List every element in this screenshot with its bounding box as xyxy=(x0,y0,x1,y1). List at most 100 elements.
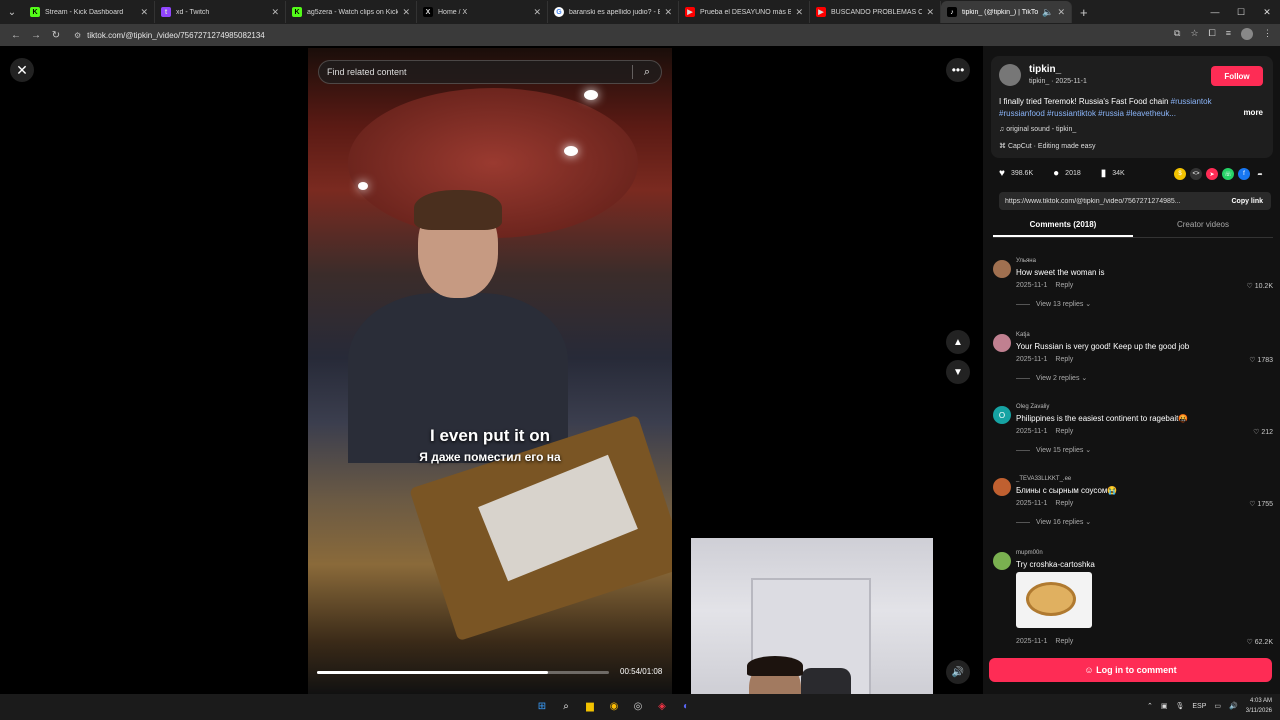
commenter-avatar[interactable] xyxy=(993,478,1011,496)
description-more-link[interactable]: more xyxy=(1243,108,1263,117)
more-options-icon[interactable]: ••• xyxy=(946,58,970,82)
reply-button[interactable]: Reply xyxy=(1055,428,1073,435)
clock[interactable]: 4:03 AM 3/11/2026 xyxy=(1246,696,1272,716)
browser-tab-3[interactable]: X Home / X ✕ xyxy=(417,1,548,23)
commenter-name[interactable]: Oleg Zavaliy xyxy=(1016,404,1049,410)
chrome-icon[interactable]: ◉ xyxy=(606,698,622,714)
app-icon[interactable]: ◈ xyxy=(654,698,670,714)
browser-tab-4[interactable]: Gbaranski es apellido judio? - Bu ✕ xyxy=(548,1,679,23)
bookmark-icon[interactable]: ▮ xyxy=(1101,168,1107,179)
microphone-icon[interactable]: 🎙 xyxy=(1176,702,1185,710)
close-video-icon[interactable]: ✕ xyxy=(10,58,34,82)
whatsapp-icon[interactable]: ☏ xyxy=(1222,168,1234,180)
maximize-icon[interactable]: ☐ xyxy=(1228,0,1254,24)
comment-like[interactable]: ♡ 62.2K xyxy=(1246,638,1273,646)
close-window-icon[interactable]: ✕ xyxy=(1254,0,1280,24)
view-replies[interactable]: View 16 replies ⌄ xyxy=(1016,518,1091,526)
follow-button[interactable]: Follow xyxy=(1211,66,1263,86)
author-avatar[interactable] xyxy=(999,64,1021,86)
speaker-icon[interactable]: 🔊 xyxy=(1229,702,1238,710)
commenter-avatar[interactable] xyxy=(993,260,1011,278)
close-tab-icon[interactable]: ✕ xyxy=(533,7,541,18)
browser-tab-5[interactable]: ▶Prueba el DESAYUNO más BAR✕ xyxy=(679,1,810,23)
reply-button[interactable]: Reply xyxy=(1055,282,1073,289)
video-progress-bar[interactable] xyxy=(317,671,609,674)
new-tab-icon[interactable]: + xyxy=(1080,5,1088,20)
comment-like[interactable]: ♡ 212 xyxy=(1253,428,1273,436)
browser-menu-icon[interactable]: ⋮ xyxy=(1263,28,1272,40)
next-video-icon[interactable]: ▼ xyxy=(946,360,970,384)
taskbar-search-icon[interactable]: ⌕ xyxy=(558,698,574,714)
embed-icon[interactable]: <> xyxy=(1190,168,1202,180)
comment-like[interactable]: ♡ 10.2K xyxy=(1246,282,1273,290)
browser-tab-2[interactable]: Kag5zera - Watch clips on Kick ✕ xyxy=(286,1,417,23)
close-tab-icon[interactable]: ✕ xyxy=(795,7,803,18)
tray-app-icon[interactable]: ▣ xyxy=(1161,702,1168,710)
profile-avatar[interactable] xyxy=(1241,28,1253,40)
tray-chevron-icon[interactable]: ⌃ xyxy=(1147,702,1153,710)
sound-row[interactable]: ♫ original sound - tipkin_ xyxy=(999,126,1076,133)
close-tab-icon[interactable]: ✕ xyxy=(140,7,148,18)
commenter-avatar[interactable] xyxy=(993,552,1011,570)
author-name[interactable]: tipkin_ xyxy=(1029,64,1061,75)
tab-search-icon[interactable]: ⌄ xyxy=(0,0,24,24)
close-tab-icon[interactable]: ✕ xyxy=(271,7,279,18)
extensions-icon[interactable]: ⧠ xyxy=(1209,28,1216,40)
minimize-icon[interactable]: — xyxy=(1202,0,1228,24)
browser-tab-0[interactable]: K Stream - Kick Dashboard ✕ xyxy=(24,1,155,23)
comment-like[interactable]: ♡ 1755 xyxy=(1249,500,1273,508)
network-icon[interactable]: ▭ xyxy=(1214,702,1221,710)
commenter-name[interactable]: _TEVA33LLKKT_.ee xyxy=(1016,476,1071,482)
send-icon[interactable]: ➤ xyxy=(1206,168,1218,180)
discord-icon[interactable]: ◐ xyxy=(678,698,694,714)
commenter-name[interactable]: Katja xyxy=(1016,332,1030,338)
obs-icon[interactable]: ◎ xyxy=(630,698,646,714)
reply-button[interactable]: Reply xyxy=(1055,356,1073,363)
comment-image[interactable] xyxy=(1016,572,1092,628)
commenter-name[interactable]: mupm00n xyxy=(1016,550,1043,556)
install-app-icon[interactable]: ⧉ xyxy=(1174,28,1180,40)
login-to-comment-button[interactable]: ☺ Log in to comment xyxy=(989,658,1272,682)
mute-tab-icon[interactable]: 🔈 xyxy=(1042,7,1053,18)
reply-button[interactable]: Reply xyxy=(1055,638,1073,645)
view-replies[interactable]: View 2 replies ⌄ xyxy=(1016,374,1087,382)
language-indicator[interactable]: ESP xyxy=(1192,703,1206,710)
volume-icon[interactable]: 🔊 xyxy=(946,660,970,684)
reply-button[interactable]: Reply xyxy=(1055,500,1073,507)
browser-tab-7[interactable]: ♪ tipkin_ (@tipkin_) | TikTok 🔈 ✕ xyxy=(941,1,1072,23)
comment-like[interactable]: ♡ 1783 xyxy=(1249,356,1273,364)
facebook-icon[interactable]: f xyxy=(1238,168,1250,180)
close-tab-icon[interactable]: ✕ xyxy=(926,7,934,18)
forward-icon[interactable]: → xyxy=(26,30,46,41)
commenter-name[interactable]: Ульяна xyxy=(1016,258,1036,264)
view-replies[interactable]: View 15 replies ⌄ xyxy=(1016,446,1091,454)
windows-start-icon[interactable]: ⊞ xyxy=(534,698,550,714)
share-arrow-icon[interactable]: ➦ xyxy=(1254,168,1266,180)
url-field[interactable]: ⚙ tiktok.com/@tipkin_/video/756727127498… xyxy=(74,31,265,40)
capcut-row[interactable]: ⌘ CapCut · Editing made easy xyxy=(999,142,1096,150)
heart-icon[interactable]: ♥ xyxy=(999,168,1005,179)
close-tab-icon[interactable]: ✕ xyxy=(402,7,410,18)
view-replies[interactable]: View 13 replies ⌄ xyxy=(1016,300,1091,308)
previous-video-icon[interactable]: ▲ xyxy=(946,330,970,354)
video-player[interactable]: ⌕ I even put it on Я даже поместил его н… xyxy=(308,48,672,694)
bookmark-star-icon[interactable]: ☆ xyxy=(1190,28,1198,40)
search-icon[interactable]: ⌕ xyxy=(633,66,661,79)
browser-tab-6[interactable]: ▶BUSCANDO PROBLEMAS CON✕ xyxy=(810,1,941,23)
media-control-icon[interactable]: ≡ xyxy=(1226,28,1231,40)
comment-icon[interactable]: ● xyxy=(1053,168,1059,179)
close-tab-icon[interactable]: ✕ xyxy=(1057,7,1065,18)
copy-link-button[interactable]: Copy link xyxy=(1223,198,1271,205)
coin-icon[interactable]: $ xyxy=(1174,168,1186,180)
reload-icon[interactable]: ↻ xyxy=(46,30,66,41)
close-tab-icon[interactable]: ✕ xyxy=(664,7,672,18)
file-explorer-icon[interactable]: ▆ xyxy=(582,698,598,714)
commenter-avatar[interactable]: O xyxy=(993,406,1011,424)
back-icon[interactable]: ← xyxy=(6,30,26,41)
site-info-icon[interactable]: ⚙ xyxy=(74,31,81,40)
browser-tab-1[interactable]: t xd - Twitch ✕ xyxy=(155,1,286,23)
tab-comments[interactable]: Comments (2018) xyxy=(993,220,1133,237)
commenter-avatar[interactable] xyxy=(993,334,1011,352)
related-search-input[interactable] xyxy=(327,67,632,77)
tab-creator-videos[interactable]: Creator videos xyxy=(1133,220,1273,237)
